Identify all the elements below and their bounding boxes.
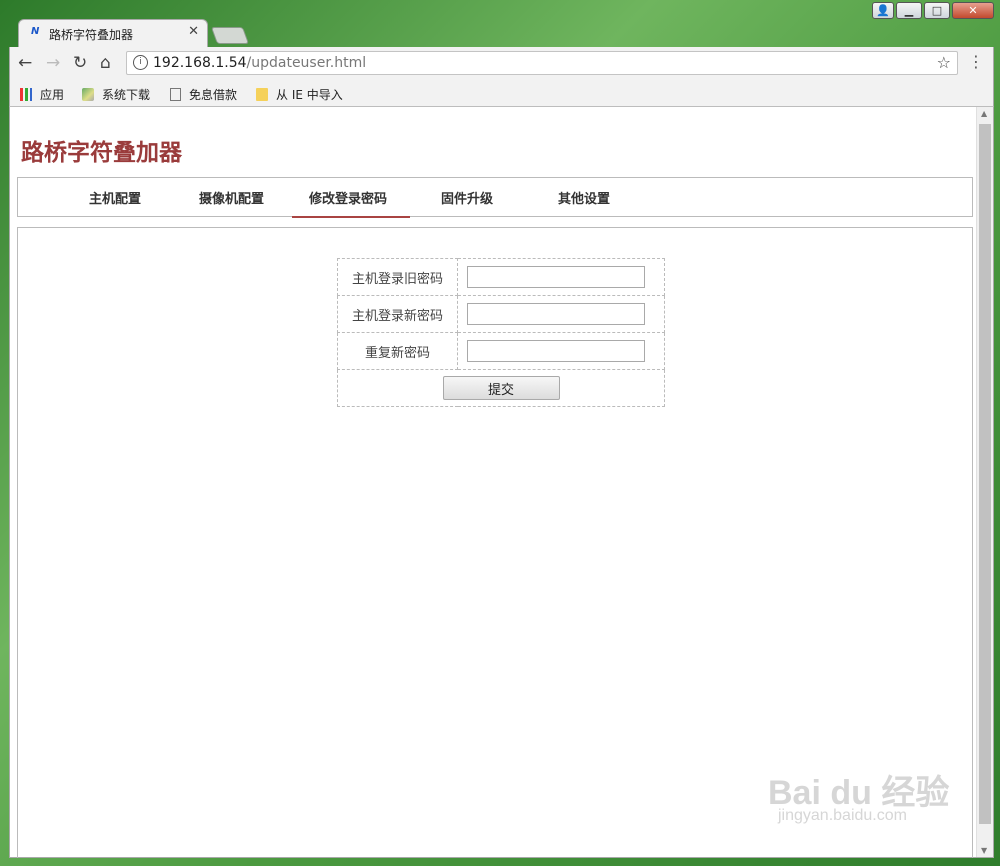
info-icon[interactable]: i	[133, 55, 148, 70]
new-password-input[interactable]	[467, 303, 645, 325]
close-window-button[interactable]: ✕	[952, 2, 994, 19]
old-password-label: 主机登录旧密码	[337, 258, 458, 296]
maximize-button[interactable]: □	[924, 2, 950, 19]
new-password-cell	[457, 295, 665, 333]
site-icon	[82, 88, 94, 101]
main-nav: 主机配置 摄像机配置 修改登录密码 固件升级 其他设置	[17, 177, 973, 218]
repeat-password-cell	[457, 332, 665, 370]
reload-icon[interactable]: ↻	[73, 53, 87, 73]
form-row: 提交	[337, 369, 665, 407]
bookmarks-bar: 应用 系统下载 免息借款 从 IE 中导入	[9, 81, 994, 107]
bookmark-star-icon[interactable]: ☆	[937, 53, 951, 72]
user-icon[interactable]: 👤	[872, 2, 894, 19]
new-password-label: 主机登录新密码	[337, 295, 458, 333]
favicon-icon: N	[31, 26, 40, 37]
baidu-watermark-url: jingyan.baidu.com	[778, 807, 907, 824]
tab-title: 路桥字符叠加器	[49, 28, 134, 42]
apps-grid-icon	[20, 88, 32, 101]
bookmark-import-ie[interactable]: 从 IE 中导入	[256, 86, 343, 103]
minimize-button[interactable]: ▁	[896, 2, 922, 19]
content-panel: 主机登录旧密码 主机登录新密码 重复新密码 提交	[17, 227, 973, 858]
bookmark-system-download[interactable]: 系统下载	[82, 86, 150, 103]
browser-toolbar: ← → ↻ ⌂ i 192.168.1.54/updateuser.html ☆…	[9, 47, 994, 81]
bookmark-apps[interactable]: 应用	[20, 86, 64, 103]
form-row: 主机登录旧密码	[337, 258, 665, 296]
tab-firmware-upgrade[interactable]: 固件升级	[441, 188, 493, 207]
password-form: 主机登录旧密码 主机登录新密码 重复新密码 提交	[337, 258, 665, 407]
page-icon	[170, 88, 181, 101]
old-password-input[interactable]	[467, 266, 645, 288]
old-password-cell	[457, 258, 665, 296]
tab-host-config[interactable]: 主机配置	[89, 188, 141, 207]
repeat-password-label: 重复新密码	[337, 332, 458, 370]
repeat-password-input[interactable]	[467, 340, 645, 362]
tab-other-settings[interactable]: 其他设置	[558, 188, 610, 207]
bookmark-loan[interactable]: 免息借款	[170, 86, 237, 103]
active-tab-indicator	[292, 216, 410, 218]
url-text: 192.168.1.54/updateuser.html	[153, 55, 366, 71]
scrollbar[interactable]: ▲ ▼	[976, 107, 993, 857]
url-host: 192.168.1.54	[153, 55, 247, 71]
window-controls: 👤 ▁ □ ✕	[872, 2, 994, 19]
scroll-thumb[interactable]	[979, 124, 991, 824]
tab-camera-config[interactable]: 摄像机配置	[199, 188, 264, 207]
bookmark-label: 从 IE 中导入	[276, 88, 343, 102]
new-tab-button[interactable]	[210, 27, 250, 44]
tab-change-password[interactable]: 修改登录密码	[309, 188, 387, 207]
forward-icon[interactable]: →	[46, 53, 60, 73]
form-row: 重复新密码	[337, 332, 665, 370]
menu-icon[interactable]: ⋮	[968, 52, 984, 71]
scroll-down-icon[interactable]: ▼	[981, 846, 987, 855]
page-viewport: 路桥字符叠加器 主机配置 摄像机配置 修改登录密码 固件升级 其他设置 主机登录…	[9, 107, 994, 858]
submit-button[interactable]: 提交	[442, 376, 560, 400]
page-title: 路桥字符叠加器	[21, 140, 182, 166]
bookmark-label: 免息借款	[189, 88, 238, 102]
bookmark-label: 应用	[40, 88, 65, 102]
back-icon[interactable]: ←	[18, 53, 32, 73]
home-icon[interactable]: ⌂	[100, 53, 111, 73]
folder-icon	[256, 88, 268, 101]
address-bar[interactable]: i 192.168.1.54/updateuser.html ☆	[126, 51, 958, 75]
form-row: 主机登录新密码	[337, 295, 665, 333]
url-path: /updateuser.html	[246, 55, 367, 71]
bookmark-label: 系统下载	[102, 88, 151, 102]
tab-close-icon[interactable]: ✕	[188, 24, 199, 39]
scroll-up-icon[interactable]: ▲	[981, 109, 987, 118]
submit-cell: 提交	[337, 369, 665, 407]
browser-tab[interactable]: N 路桥字符叠加器 ✕	[18, 19, 208, 47]
